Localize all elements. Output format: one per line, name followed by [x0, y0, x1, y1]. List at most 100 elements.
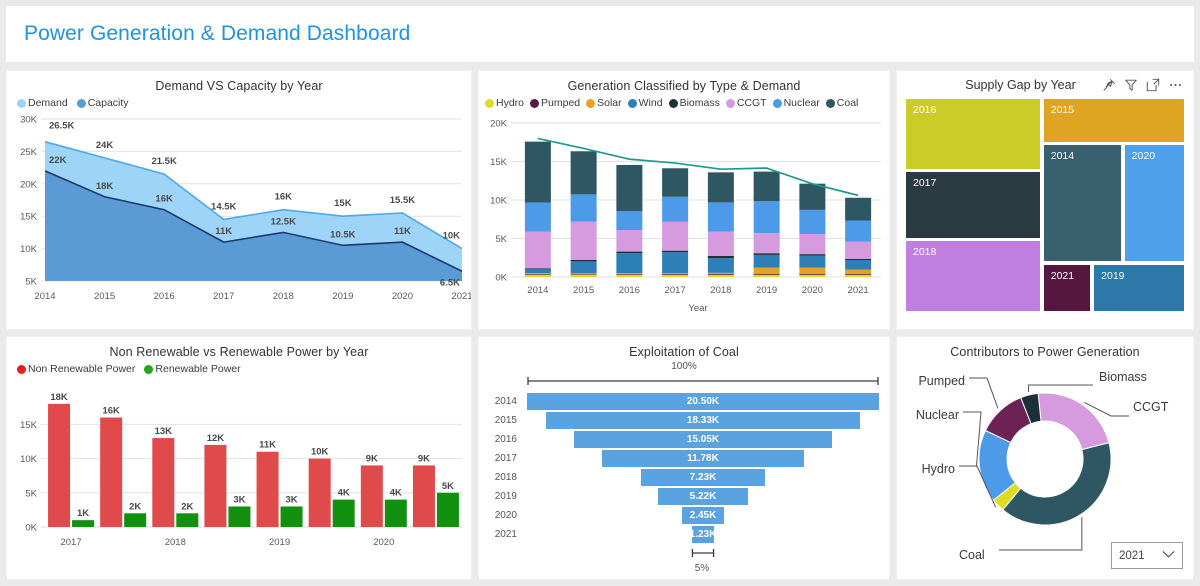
panel-exploitation-of-coal[interactable]: Exploitation of Coal 100% 2014 20.50K 2015… — [478, 336, 890, 580]
funnel-bar[interactable]: 18.33K — [545, 411, 861, 429]
more-options-icon[interactable] — [1168, 78, 1183, 92]
funnel-bar[interactable]: 5.22K — [658, 487, 748, 505]
stacked-segment[interactable] — [616, 164, 643, 212]
focus-mode-icon[interactable] — [1146, 78, 1160, 92]
stacked-segment[interactable] — [524, 231, 551, 269]
stacked-segment[interactable] — [845, 241, 872, 259]
stacked-segment[interactable] — [845, 273, 872, 275]
stacked-segment[interactable] — [799, 255, 826, 268]
legend-item-nuclear[interactable]: Nuclear — [772, 97, 820, 109]
legend-item-pumped[interactable]: Pumped — [530, 97, 580, 109]
stacked-segment[interactable] — [662, 250, 689, 253]
stacked-segment[interactable] — [616, 253, 643, 274]
stacked-segment[interactable] — [662, 252, 689, 273]
bar-non-renewable[interactable] — [100, 417, 123, 527]
bar-non-renewable[interactable] — [152, 438, 175, 527]
stacked-segment[interactable] — [570, 273, 597, 275]
stacked-segment[interactable] — [524, 273, 551, 275]
stacked-segment[interactable] — [616, 273, 643, 275]
panel-nonrenewable-vs-renewable[interactable]: Non Renewable vs Renewable Power by Year… — [6, 336, 499, 580]
stacked-segment[interactable] — [570, 259, 597, 262]
stacked-segment[interactable] — [616, 211, 643, 231]
stacked-segment[interactable] — [662, 221, 689, 251]
funnel-row[interactable]: 2021 1.23K — [479, 525, 879, 544]
legend-item-ccgt[interactable]: CCGT — [725, 97, 767, 109]
stacked-segment[interactable] — [753, 273, 780, 275]
stacked-segment[interactable] — [662, 196, 689, 222]
legend-item-hydro[interactable]: Hydro — [485, 97, 524, 109]
legend-item-biomass[interactable]: Biomass — [668, 97, 720, 109]
stacked-segment[interactable] — [662, 272, 689, 274]
stacked-segment[interactable] — [707, 202, 734, 232]
treemap-tile-2017[interactable]: 2017 — [905, 171, 1041, 239]
stacked-segment[interactable] — [524, 274, 551, 277]
donut-slice-coal[interactable] — [1002, 442, 1112, 526]
funnel-bar[interactable]: 2.45K — [681, 506, 725, 524]
stacked-segment[interactable] — [799, 234, 826, 255]
bar-non-renewable[interactable] — [204, 444, 227, 527]
stacked-segment[interactable] — [799, 183, 826, 210]
stacked-segment[interactable] — [662, 168, 689, 197]
stacked-segment[interactable] — [616, 251, 643, 254]
stacked-segment[interactable] — [707, 231, 734, 256]
stacked-segment[interactable] — [570, 194, 597, 222]
stacked-segment[interactable] — [753, 274, 780, 277]
bar-renewable[interactable] — [332, 499, 355, 527]
funnel-bar[interactable]: 20.50K — [527, 392, 879, 410]
legend-item-solar[interactable]: Solar — [586, 97, 622, 109]
stacked-segment[interactable] — [799, 274, 826, 277]
bar-non-renewable[interactable] — [412, 465, 435, 527]
stacked-segment[interactable] — [845, 220, 872, 242]
bar-non-renewable[interactable] — [308, 458, 331, 527]
treemap-tile-2020[interactable]: 2020 — [1123, 144, 1185, 263]
legend-item-renewable[interactable]: Renewable Power — [144, 363, 241, 375]
treemap-tile-2014[interactable]: 2014 — [1042, 144, 1122, 263]
stacked-segment[interactable] — [524, 268, 551, 270]
stacked-segment[interactable] — [753, 253, 780, 255]
pin-icon[interactable] — [1102, 78, 1116, 92]
bar-renewable[interactable] — [124, 513, 147, 527]
funnel-row[interactable]: 2017 11.78K — [479, 449, 879, 468]
treemap-tile-2018[interactable]: 2018 — [905, 240, 1041, 312]
bar-renewable[interactable] — [436, 492, 459, 527]
funnel-bar[interactable]: 7.23K — [640, 468, 766, 486]
treemap-tile-2021[interactable]: 2021 — [1042, 263, 1092, 312]
stacked-segment[interactable] — [845, 269, 872, 274]
funnel-bar[interactable]: 15.05K — [573, 430, 833, 448]
funnel-bar[interactable]: 1.23K — [690, 525, 716, 543]
stacked-segment[interactable] — [707, 274, 734, 277]
bar-non-renewable[interactable] — [48, 403, 71, 527]
bar-non-renewable[interactable] — [360, 465, 383, 527]
funnel-row[interactable]: 2016 15.05K — [479, 430, 879, 449]
bar-renewable[interactable] — [176, 513, 199, 527]
stacked-segment[interactable] — [845, 258, 872, 260]
legend-item-capacity[interactable]: Capacity — [76, 97, 129, 109]
stacked-segment[interactable] — [753, 267, 780, 274]
bar-renewable[interactable] — [228, 506, 251, 527]
stacked-segment[interactable] — [753, 201, 780, 234]
treemap-tile-2015[interactable]: 2015 — [1042, 98, 1185, 143]
stacked-segment[interactable] — [845, 274, 872, 277]
bar-renewable[interactable] — [72, 520, 95, 527]
stacked-segment[interactable] — [616, 274, 643, 277]
stacked-segment[interactable] — [753, 171, 780, 202]
stacked-segment[interactable] — [570, 261, 597, 274]
funnel-row[interactable]: 2014 20.50K — [479, 392, 879, 411]
stacked-segment[interactable] — [707, 273, 734, 275]
stacked-segment[interactable] — [707, 272, 734, 274]
panel-supply-gap[interactable]: Supply Gap by Year 2016 2017 2018 2015 2… — [896, 70, 1194, 330]
stacked-segment[interactable] — [845, 259, 872, 270]
stacked-segment[interactable] — [799, 267, 826, 274]
funnel-row[interactable]: 2015 18.33K — [479, 411, 879, 430]
funnel-row[interactable]: 2020 2.45K — [479, 506, 879, 525]
stacked-segment[interactable] — [799, 254, 826, 256]
stacked-segment[interactable] — [707, 255, 734, 259]
stacked-segment[interactable] — [799, 273, 826, 275]
bar-renewable[interactable] — [280, 506, 303, 527]
filter-icon[interactable] — [1124, 78, 1138, 92]
stacked-segment[interactable] — [707, 172, 734, 203]
panel-generation-by-type[interactable]: Generation Classified by Type & Demand H… — [478, 70, 890, 330]
legend-item-non-renewable[interactable]: Non Renewable Power — [17, 363, 135, 375]
stacked-segment[interactable] — [570, 151, 597, 195]
donut-slice-ccgt[interactable] — [1037, 392, 1110, 451]
